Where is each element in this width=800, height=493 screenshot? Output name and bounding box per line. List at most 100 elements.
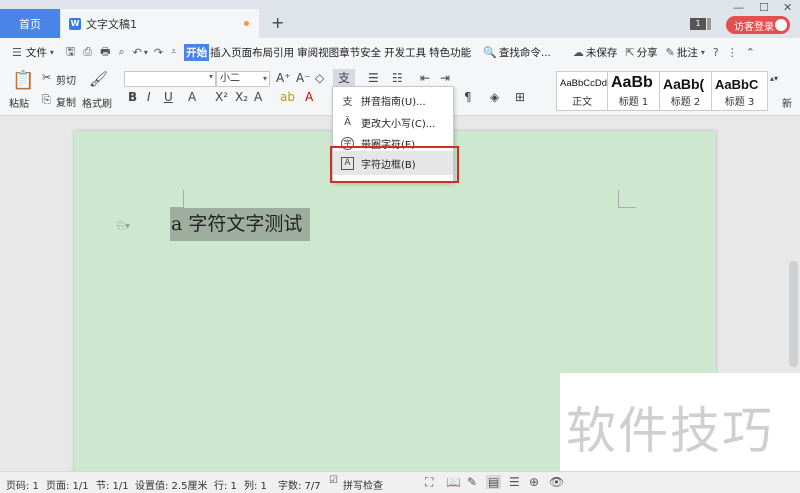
export-icon[interactable]: ⎙ [83, 45, 92, 59]
share-button[interactable]: 分享 [637, 45, 658, 60]
new-style-button[interactable]: 新 [782, 95, 792, 110]
format-painter-button[interactable]: 格式刷 [82, 95, 112, 110]
undo-icon[interactable]: ↶ [133, 46, 142, 59]
menu-view[interactable]: 视图 [318, 45, 339, 60]
reading-mode-icon[interactable]: 📖 [446, 475, 461, 489]
status-word-count[interactable]: 字数: 7/7 [278, 477, 321, 492]
more-icon[interactable]: ⋮ [727, 46, 738, 59]
window-count-badge[interactable]: 1 [690, 18, 706, 30]
menu-reference[interactable]: 引用 [273, 45, 294, 60]
menu-chapter[interactable]: 章节 [339, 45, 360, 60]
bullet-list-icon[interactable]: ☰ [368, 71, 379, 85]
menu-developer[interactable]: 开发工具 [384, 45, 426, 60]
status-section[interactable]: 节: 1/1 [96, 477, 129, 492]
chevron-down-icon: ▾ [208, 72, 213, 81]
status-column: 列: 1 [244, 481, 267, 492]
status-pages[interactable]: 页面: 1/1 [46, 477, 89, 492]
text-style-icon[interactable]: A [254, 90, 262, 104]
font-color-icon[interactable]: A [305, 90, 313, 104]
customize-toolbar-icon[interactable]: ⩡ [171, 47, 176, 57]
font-size-value: 小二 [220, 73, 240, 84]
borders-icon[interactable]: ⊞ [515, 90, 525, 104]
superscript-icon[interactable]: X² [215, 90, 228, 104]
spellcheck-button[interactable]: 拼写检查 [343, 477, 383, 492]
minimize-icon[interactable]: — [733, 1, 744, 14]
visitor-login-button[interactable]: 访客登录 [726, 16, 790, 34]
styles-scroll-icon[interactable]: ▴▾ [770, 74, 778, 83]
status-setting[interactable]: 设置值: 2.5厘米 [135, 477, 207, 492]
highlight-icon[interactable]: ab [280, 90, 295, 104]
menu-review[interactable]: 审阅 [297, 45, 318, 60]
paragraph-icon[interactable]: ¶ [464, 90, 472, 104]
margin-corner-top-left [170, 190, 184, 208]
bold-icon[interactable]: B [128, 90, 137, 104]
font-name-select[interactable]: ▾ [124, 71, 216, 87]
share-icon: ⇱ [625, 45, 635, 59]
shrink-font-icon[interactable]: A⁻ [296, 71, 311, 85]
increase-indent-icon[interactable]: ⇥ [440, 71, 450, 85]
help-icon[interactable]: ? [713, 46, 719, 59]
tab-bar: 首页 W 文字文稿1 + 1 访客登录 — ☐ ✕ [0, 0, 800, 38]
underline-icon[interactable]: U [164, 90, 173, 104]
chevron-down-icon: ▾ [262, 74, 267, 83]
clear-format-icon[interactable]: ◇ [315, 71, 324, 85]
selected-text[interactable]: a 字符文字测试 [170, 208, 311, 241]
web-view-icon[interactable]: ⊕ [529, 475, 539, 489]
decrease-indent-icon[interactable]: ⇤ [420, 71, 430, 85]
menu-features[interactable]: 特色功能 [429, 45, 471, 60]
subscript-icon[interactable]: X₂ [235, 90, 248, 104]
tab-home[interactable]: 首页 [0, 9, 60, 38]
preview-icon[interactable]: ⌕ [118, 45, 124, 59]
style-heading-1[interactable]: AaBb 标题 1 [608, 71, 660, 111]
menu-security[interactable]: 安全 [360, 45, 381, 60]
hamburger-icon[interactable]: ☰ [12, 46, 22, 59]
text-effects-icon[interactable]: 支 [333, 69, 355, 87]
vertical-scrollbar[interactable] [789, 261, 798, 367]
print-icon[interactable]: 🖶 [100, 43, 110, 62]
menu-start[interactable]: 开始 [184, 43, 210, 61]
style-heading-3[interactable]: AaBbC 标题 3 [712, 71, 768, 111]
highlight-box [330, 146, 459, 183]
cut-button[interactable]: 剪切 [56, 72, 76, 87]
menu-insert[interactable]: 插入 [210, 45, 231, 60]
menu-item-change-case[interactable]: Ȁ 更改大小写(C)... [333, 111, 453, 133]
redo-icon[interactable]: ↷ [154, 46, 163, 59]
new-tab-button[interactable]: + [271, 15, 284, 31]
close-window-icon[interactable]: ✕ [783, 1, 792, 14]
status-row: 行: 1 [214, 481, 237, 492]
style-heading-2[interactable]: AaBb( 标题 2 [660, 71, 712, 111]
tab-document[interactable]: W 文字文稿1 [61, 9, 259, 38]
font-size-select[interactable]: 小二 ▾ [216, 71, 270, 87]
command-search[interactable]: 查找命令... [499, 45, 551, 60]
watermark: 软件技巧 [560, 373, 800, 473]
focus-mode-icon[interactable]: ⛶ [425, 475, 433, 490]
style-normal[interactable]: AaBbCcDd 正文 [556, 71, 608, 111]
style-name: 标题 2 [670, 97, 701, 108]
paragraph-handle-icon[interactable]: ⎘▾ [117, 221, 130, 232]
strikethrough-icon[interactable]: A [188, 90, 196, 104]
outline-view-icon[interactable]: ☰ [509, 475, 520, 489]
eye-protection-icon[interactable]: 👁 [549, 475, 564, 489]
unsaved-status[interactable]: 未保存 [586, 45, 618, 60]
comment-icon: ✎ [665, 45, 675, 59]
status-page-number[interactable]: 页码: 1 [6, 477, 39, 492]
menu-file[interactable]: 文件 [26, 45, 47, 60]
comment-dropdown-icon[interactable]: ▾ [701, 48, 705, 57]
numbered-list-icon[interactable]: ☷ [392, 71, 403, 85]
paste-button[interactable]: 粘贴 [9, 95, 29, 110]
page-view-icon[interactable]: ▤ [486, 475, 502, 489]
write-mode-icon[interactable]: ✎ [467, 475, 477, 489]
comment-button[interactable]: 批注 [677, 45, 698, 60]
italic-icon[interactable]: I [147, 90, 151, 104]
collapse-ribbon-icon[interactable]: ⌃ [746, 46, 755, 59]
text-main: 字符文字测试 [182, 213, 303, 235]
menu-page-layout[interactable]: 页面布局 [231, 45, 273, 60]
copy-button[interactable]: 复制 [56, 94, 76, 109]
paste-icon[interactable]: 📋 [12, 70, 34, 91]
undo-dropdown-icon[interactable]: ▾ [144, 48, 148, 57]
save-icon[interactable]: 🖫 [66, 43, 75, 62]
menu-item-pinyin-guide[interactable]: 支 拼音指南(U)... [333, 89, 453, 111]
maximize-icon[interactable]: ☐ [759, 1, 769, 14]
grow-font-icon[interactable]: A⁺ [276, 71, 291, 85]
shading-icon[interactable]: ◈ [490, 90, 499, 104]
